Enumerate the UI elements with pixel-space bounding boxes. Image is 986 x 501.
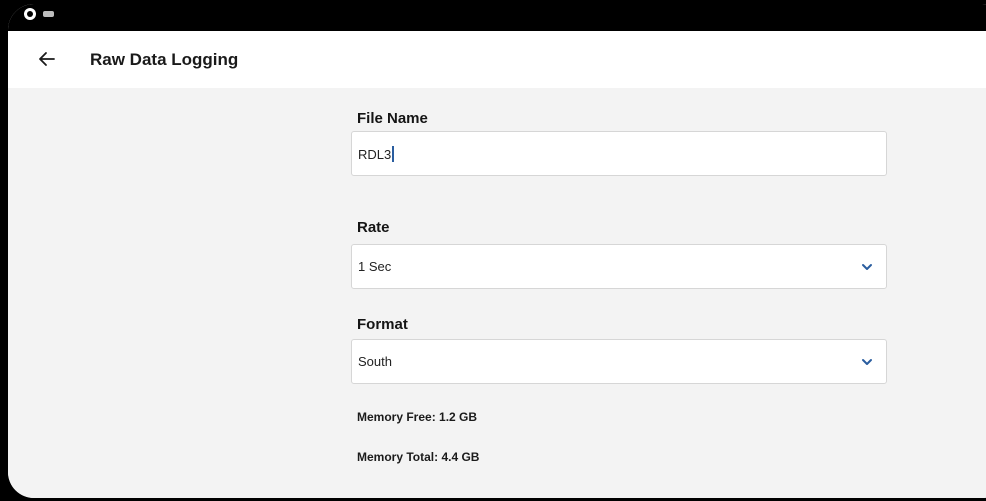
device-frame: Raw Data Logging File Name RDL3 Rate 1 S… bbox=[8, 4, 986, 498]
page-title: Raw Data Logging bbox=[90, 50, 239, 69]
status-bar bbox=[8, 4, 986, 31]
memory-free-text: Memory Free: 1.2 GB bbox=[357, 410, 478, 424]
app-bar: Raw Data Logging bbox=[8, 31, 986, 88]
file-name-input[interactable]: RDL3 bbox=[351, 131, 887, 176]
chevron-down-icon bbox=[862, 359, 872, 365]
keyboard-icon bbox=[43, 11, 54, 17]
text-cursor bbox=[392, 146, 394, 162]
camera-icon bbox=[24, 8, 36, 20]
screen: Raw Data Logging File Name RDL3 Rate 1 S… bbox=[0, 0, 986, 501]
chevron-down-icon bbox=[862, 264, 872, 270]
file-name-label: File Name bbox=[357, 110, 428, 127]
rate-label: Rate bbox=[357, 219, 390, 236]
format-selected-value: South bbox=[358, 354, 392, 369]
file-name-value: RDL3 bbox=[358, 146, 394, 162]
memory-total-text: Memory Total: 4.4 GB bbox=[357, 450, 480, 464]
back-button[interactable] bbox=[32, 44, 62, 74]
form-content: File Name RDL3 Rate 1 Sec Format South M… bbox=[8, 88, 986, 498]
format-label: Format bbox=[357, 316, 408, 333]
rate-select[interactable]: 1 Sec bbox=[351, 244, 887, 289]
format-select[interactable]: South bbox=[351, 339, 887, 384]
rate-selected-value: 1 Sec bbox=[358, 259, 392, 274]
arrow-left-icon bbox=[39, 52, 55, 66]
